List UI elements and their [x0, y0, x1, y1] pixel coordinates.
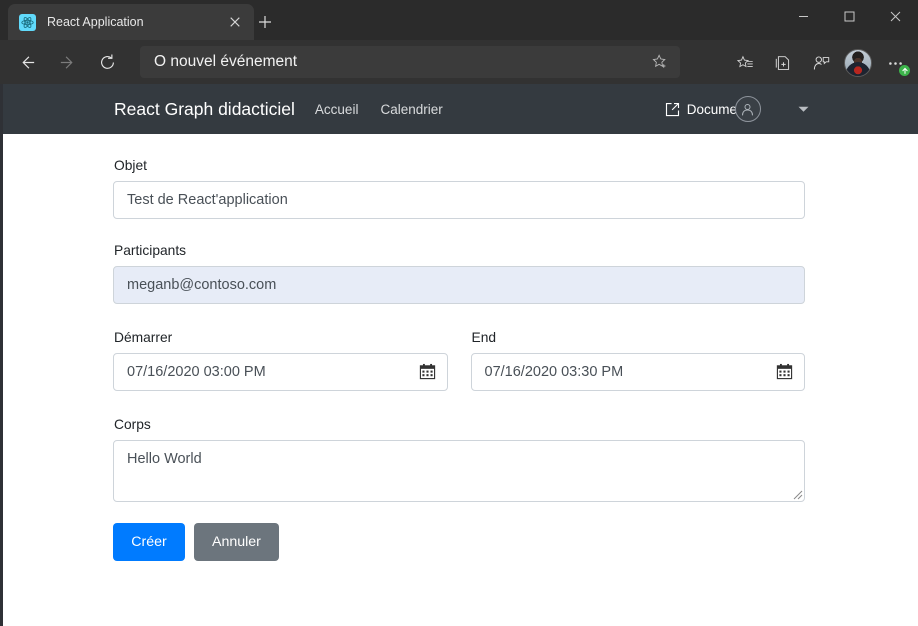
sidebar-item-calendrier[interactable]: Calendrier: [380, 102, 442, 117]
minimize-icon[interactable]: [780, 0, 826, 32]
app-navbar: React Graph didacticiel Accueil Calendri…: [3, 84, 918, 134]
forward-button[interactable]: [50, 45, 84, 79]
tab-strip: React Application: [0, 0, 760, 40]
profile-avatar[interactable]: [844, 49, 872, 77]
start-field-group: Démarrer: [113, 330, 448, 391]
new-tab-button[interactable]: [252, 9, 278, 35]
attendees-label: Participants: [114, 243, 187, 258]
browser-tab[interactable]: React Application: [8, 4, 254, 40]
window-controls: [780, 0, 918, 40]
tab-title: React Application: [47, 15, 144, 29]
start-date-input[interactable]: [113, 353, 448, 391]
reload-button[interactable]: [90, 45, 124, 79]
date-range-row: Démarrer 07/16/2020 03:00 PM End 07/16/2…: [113, 330, 805, 391]
attendees-field-group: Participants: [113, 243, 805, 304]
update-available-badge: [898, 64, 911, 77]
subject-label: Objet: [114, 158, 147, 173]
subject-input[interactable]: [113, 181, 805, 219]
back-button[interactable]: [10, 45, 44, 79]
collections-icon[interactable]: [766, 47, 800, 79]
body-label: Corps: [114, 417, 151, 432]
address-bar-text[interactable]: O nouvel événement: [154, 53, 646, 71]
settings-and-more-icon[interactable]: [878, 47, 912, 79]
page-viewport: React Graph didacticiel Accueil Calendri…: [0, 84, 918, 626]
navbar-right: Documents: [665, 84, 811, 134]
toolbar-right-icons: [726, 46, 914, 80]
chevron-down-icon[interactable]: [795, 101, 811, 117]
page-left-edge: [0, 84, 3, 626]
person-chat-icon[interactable]: [804, 47, 838, 79]
react-logo-icon: [19, 13, 36, 31]
window-close-icon[interactable]: [872, 0, 918, 32]
sidebar-item-accueil[interactable]: Accueil: [315, 102, 359, 117]
subject-field-group: Objet: [113, 158, 805, 219]
body-textarea[interactable]: Hello World: [113, 440, 805, 502]
end-field-group: End: [470, 330, 805, 391]
create-button[interactable]: Créer: [113, 523, 185, 561]
cancel-button[interactable]: Annuler: [194, 523, 279, 561]
browser-window: React Application O nouvel événement Rea…: [0, 0, 918, 626]
calendar-icon[interactable]: [775, 362, 794, 381]
tab-close-icon[interactable]: [224, 11, 246, 33]
maximize-icon[interactable]: [826, 0, 872, 32]
attendees-input[interactable]: [113, 266, 805, 304]
favorites-icon[interactable]: [728, 47, 762, 79]
star-plus-icon[interactable]: [646, 49, 674, 75]
calendar-icon[interactable]: [418, 362, 437, 381]
form-actions: Créer Annuler: [113, 523, 805, 561]
body-field-group: Corps Hello World: [113, 417, 805, 502]
app-brand[interactable]: React Graph didacticiel: [114, 99, 295, 120]
start-label: Démarrer: [114, 330, 173, 345]
user-avatar-icon[interactable]: [734, 96, 761, 122]
end-date-input[interactable]: [470, 353, 805, 391]
external-link-icon: [665, 102, 680, 117]
address-bar[interactable]: O nouvel événement: [140, 46, 680, 78]
new-event-form: Objet Participants Démarrer: [113, 158, 805, 561]
end-label: End: [471, 330, 497, 345]
browser-title-bar: React Application: [0, 0, 918, 40]
